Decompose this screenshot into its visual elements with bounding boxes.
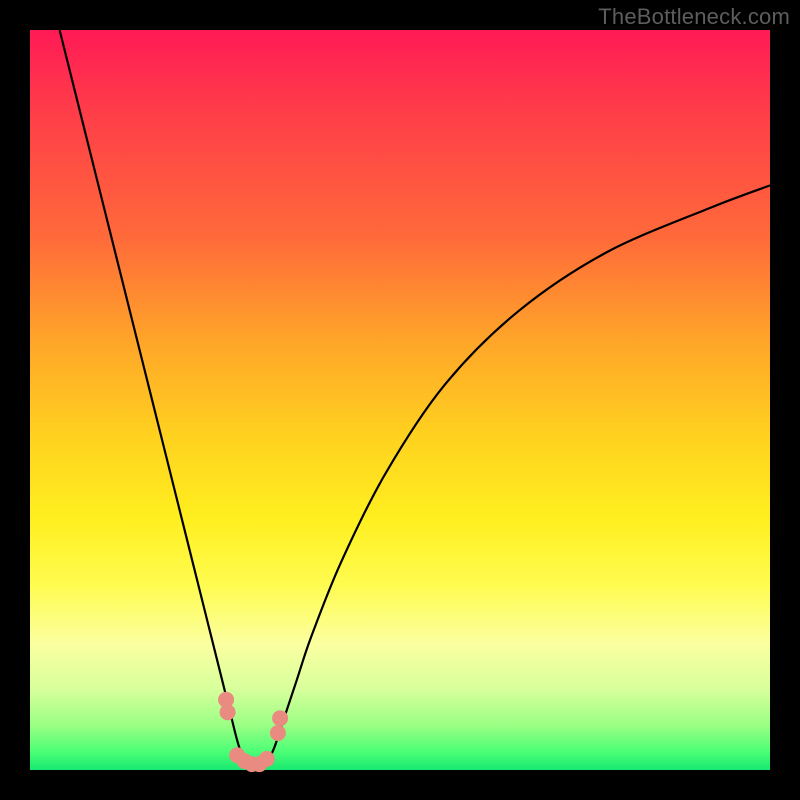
curve-marker [259, 751, 275, 767]
bottleneck-curve [60, 30, 770, 771]
curve-marker [220, 704, 236, 720]
curve-marker [270, 725, 286, 741]
curve-marker [272, 710, 288, 726]
plot-area [30, 30, 770, 770]
curve-markers [218, 692, 288, 772]
curve-layer [30, 30, 770, 770]
chart-frame: TheBottleneck.com [0, 0, 800, 800]
watermark-text: TheBottleneck.com [598, 4, 790, 30]
